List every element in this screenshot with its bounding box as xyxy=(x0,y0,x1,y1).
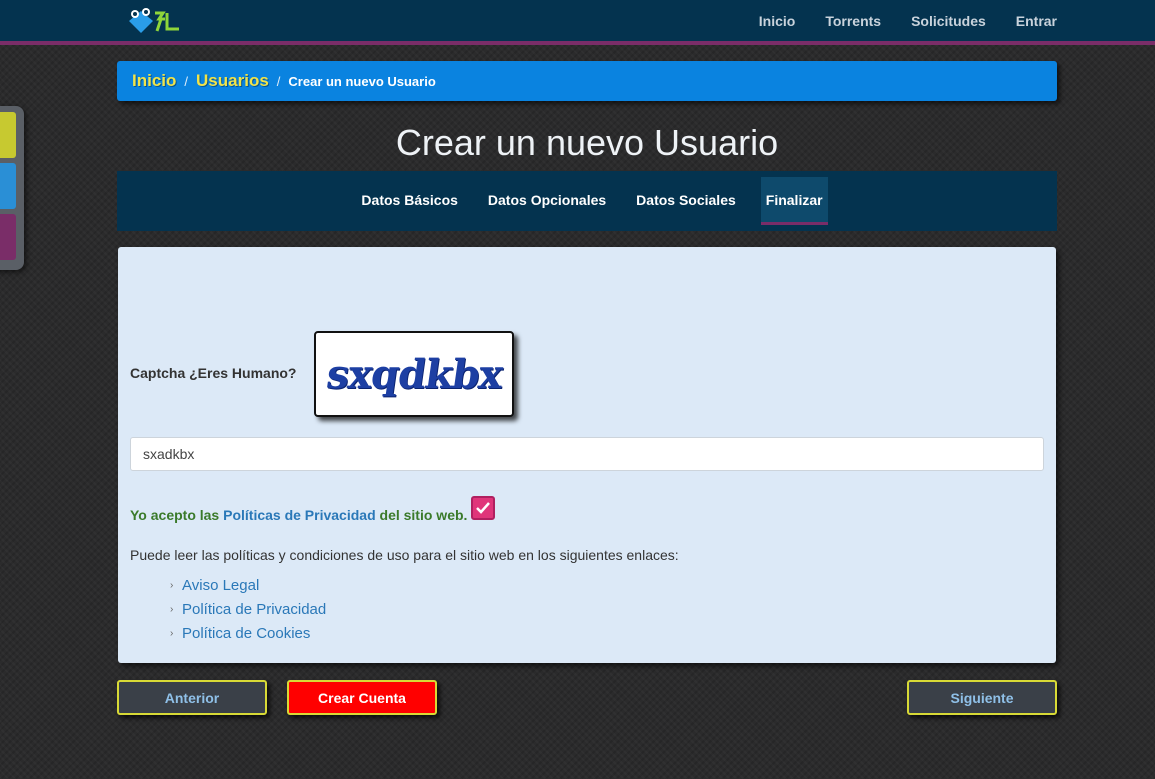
side-share-bar xyxy=(0,106,24,270)
breadcrumb-home-link[interactable]: Inicio xyxy=(132,71,176,91)
nav-requests-link[interactable]: Solicitudes xyxy=(911,13,986,29)
policy-links-list: › Aviso Legal › Política de Privacidad ›… xyxy=(170,573,326,645)
tab-basic-data[interactable]: Datos Básicos xyxy=(346,177,472,225)
nav-torrents-link[interactable]: Torrents xyxy=(825,13,881,29)
checkmark-icon xyxy=(476,502,491,514)
nav-login-link[interactable]: Entrar xyxy=(1016,13,1057,29)
privacy-policy-page-link[interactable]: Política de Privacidad xyxy=(182,601,326,618)
policies-intro: Puede leer las políticas y condiciones d… xyxy=(130,547,679,563)
previous-button[interactable]: Anterior xyxy=(117,680,267,715)
captcha-image: sxqdkbx xyxy=(314,331,514,417)
page-title: Crear un nuevo Usuario xyxy=(395,122,779,163)
tab-finish[interactable]: Finalizar xyxy=(760,177,828,225)
tab-optional-data[interactable]: Datos Opcionales xyxy=(473,177,621,225)
chevron-right-icon: › xyxy=(170,579,174,591)
site-logo[interactable] xyxy=(127,5,183,37)
privacy-accept-suffix: del sitio web. xyxy=(375,507,468,523)
create-account-button[interactable]: Crear Cuenta xyxy=(287,680,437,715)
breadcrumb-users-link[interactable]: Usuarios xyxy=(196,71,269,91)
side-share-button[interactable] xyxy=(0,163,16,209)
breadcrumb-current: Crear un nuevo Usuario xyxy=(288,73,436,89)
captcha-label: Captcha ¿Eres Humano? xyxy=(130,365,297,381)
breadcrumb-separator: / xyxy=(276,73,281,89)
cookie-policy-link[interactable]: Política de Cookies xyxy=(182,625,310,642)
list-item: › Política de Cookies xyxy=(170,621,326,645)
privacy-accept-checkbox[interactable] xyxy=(471,496,496,520)
captcha-image-text: sxqdkbx xyxy=(323,350,505,398)
next-button[interactable]: Siguiente xyxy=(907,680,1057,715)
privacy-policy-link[interactable]: Políticas de Privacidad xyxy=(223,507,376,523)
privacy-accept-prefix: Yo acepto las xyxy=(130,507,224,523)
nav-home-link[interactable]: Inicio xyxy=(759,13,796,29)
wizard-tabs: Datos Básicos Datos Opcionales Datos Soc… xyxy=(117,171,1057,231)
privacy-accept-text: Yo acepto las Políticas de Privacidad de… xyxy=(130,507,467,523)
list-item: › Aviso Legal xyxy=(170,573,326,597)
side-share-button[interactable] xyxy=(0,112,16,158)
chevron-right-icon: › xyxy=(170,603,174,615)
chevron-right-icon: › xyxy=(170,627,174,639)
top-navbar: Inicio Torrents Solicitudes Entrar xyxy=(0,0,1155,45)
legal-notice-link[interactable]: Aviso Legal xyxy=(182,577,259,594)
breadcrumb-separator: / xyxy=(184,73,189,89)
tab-social-data[interactable]: Datos Sociales xyxy=(621,177,751,225)
privacy-accept-row: Yo acepto las Políticas de Privacidad de… xyxy=(130,495,496,523)
breadcrumb: Inicio / Usuarios / Crear un nuevo Usuar… xyxy=(117,61,1057,101)
finish-panel: Captcha ¿Eres Humano? sxqdkbx Yo acepto … xyxy=(118,247,1056,663)
list-item: › Política de Privacidad xyxy=(170,597,326,621)
side-share-button[interactable] xyxy=(0,214,16,260)
captcha-input[interactable] xyxy=(130,437,1044,471)
